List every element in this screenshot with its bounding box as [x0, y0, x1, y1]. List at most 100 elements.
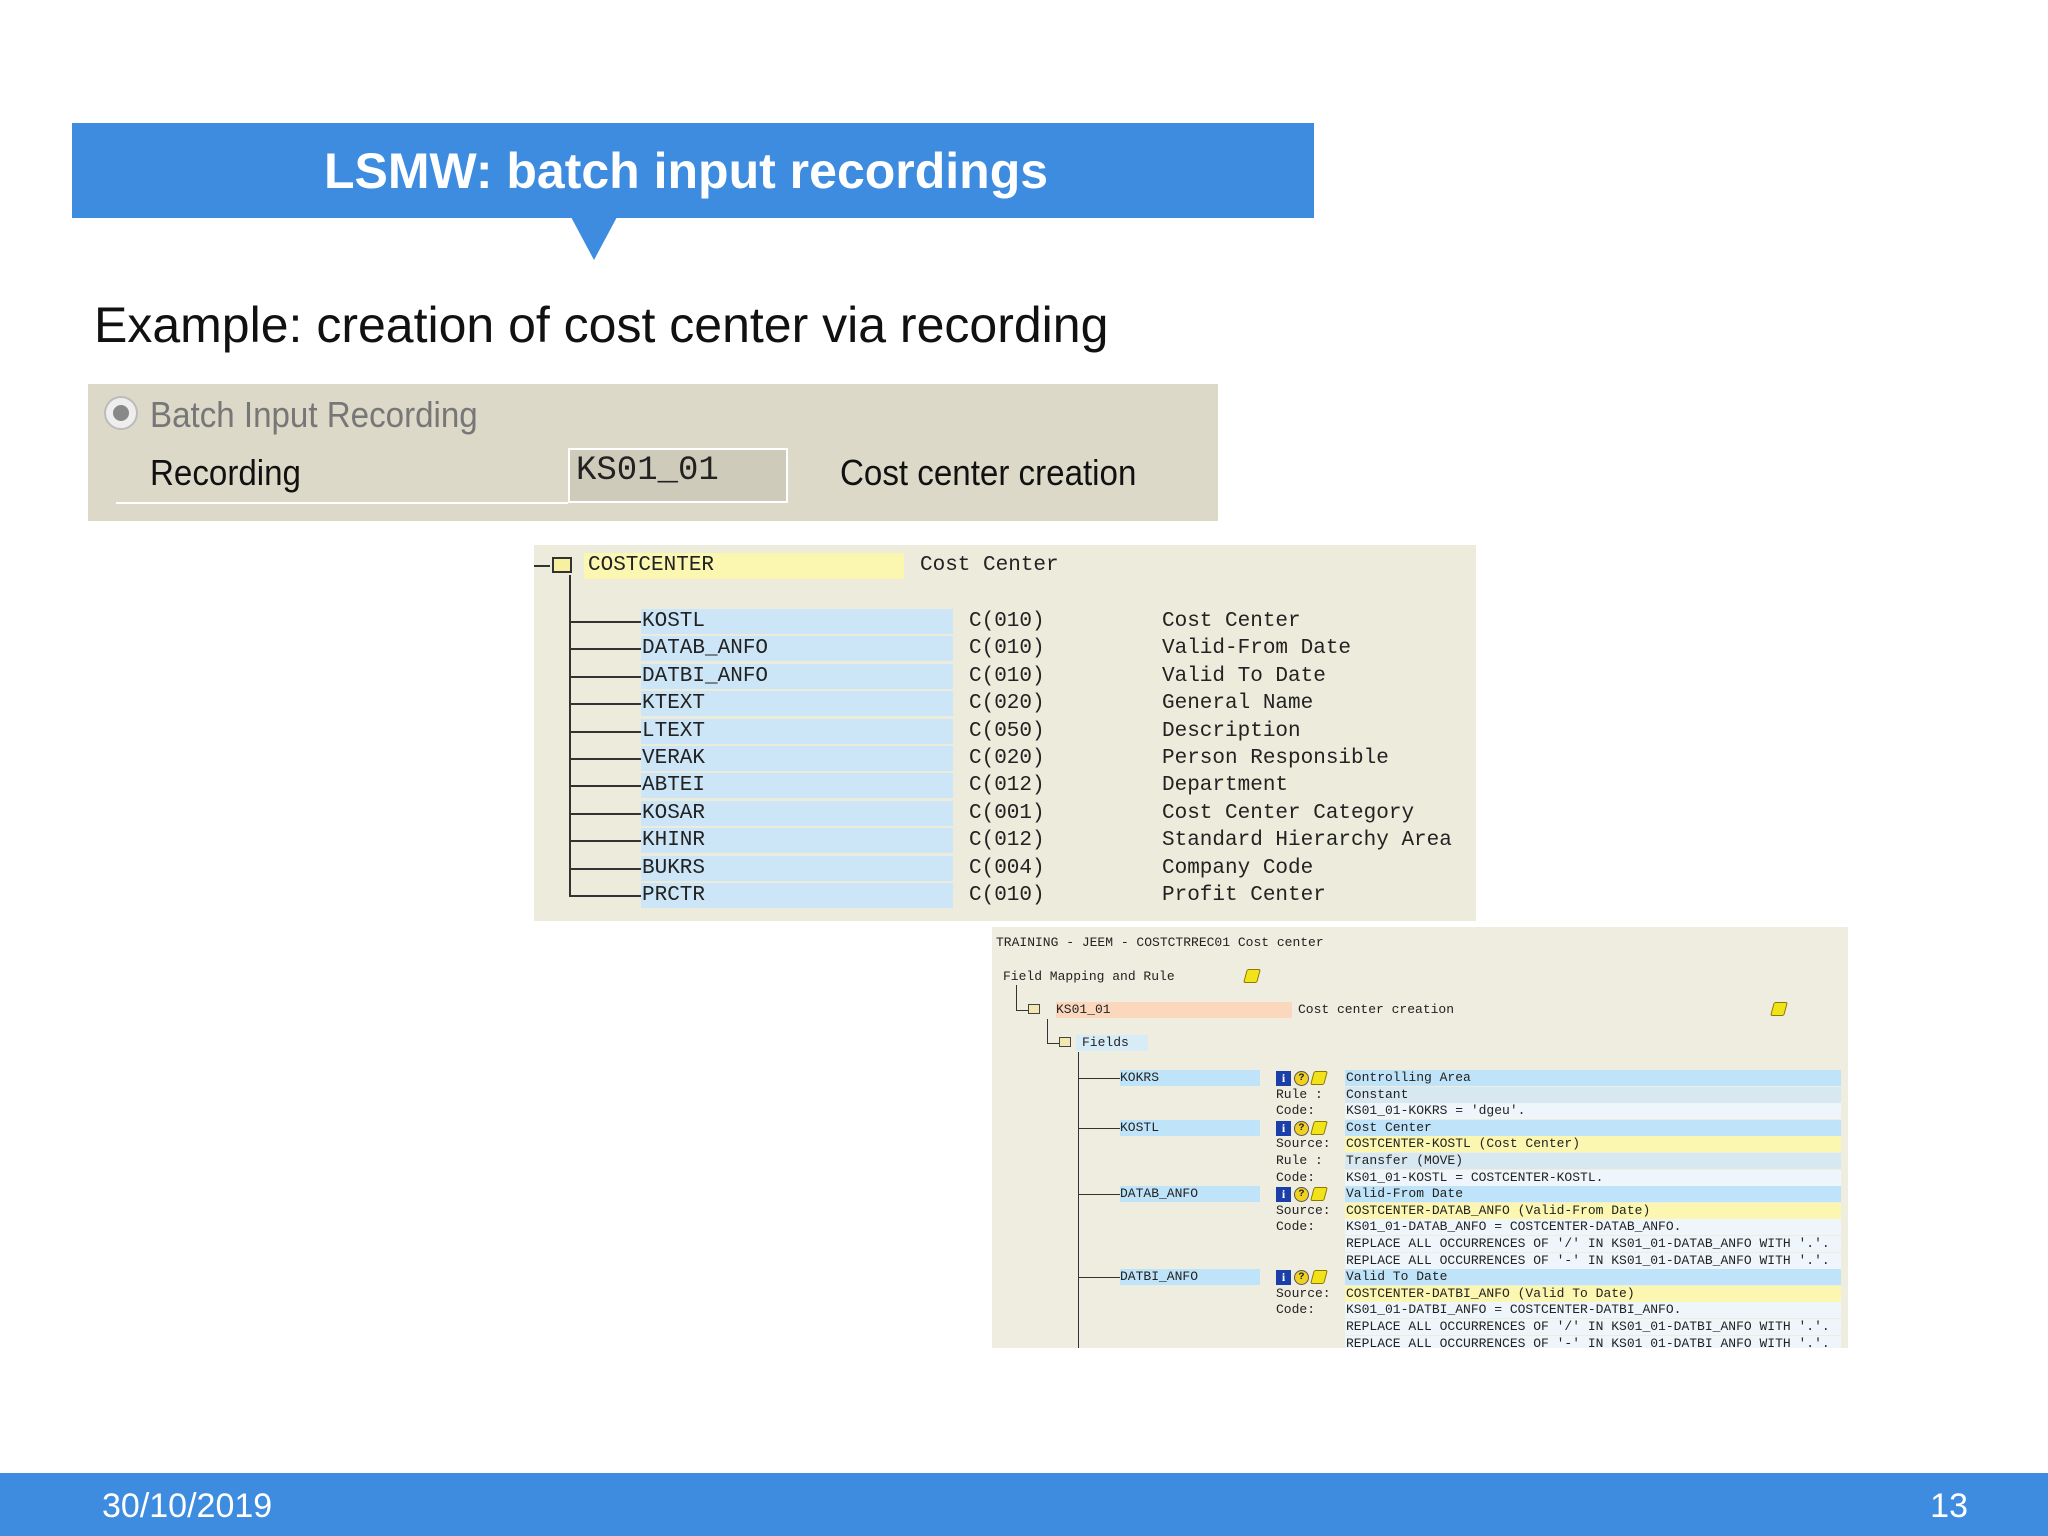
help-icon[interactable]: ?	[1294, 1187, 1309, 1203]
fields-node[interactable]: Fields	[1076, 1035, 1148, 1051]
mapping-line: Source: COSTCENTER-DATAB_ANFO (Valid-From…	[992, 1202, 1848, 1220]
field-desc: Valid To Date	[1345, 1269, 1841, 1286]
line-label: Code:	[1276, 1169, 1316, 1185]
field-type: C(010)	[969, 610, 1045, 633]
table-row[interactable]: PRCTR C(010) Profit Center	[569, 883, 1469, 909]
field-name[interactable]: KOSAR	[641, 800, 953, 826]
line-source: COSTCENTER-KOSTL (Cost Center)	[1345, 1136, 1841, 1153]
edit-icon[interactable]	[1770, 1002, 1788, 1021]
structure-name[interactable]: COSTCENTER	[584, 553, 904, 579]
table-row[interactable]: DATBI_ANFO C(010) Valid To Date	[569, 663, 1469, 690]
tree-line	[569, 621, 641, 623]
field-desc: Cost Center Category	[1162, 801, 1415, 825]
folder-icon[interactable]	[1028, 1003, 1040, 1019]
help-icon[interactable]: ?	[1294, 1120, 1309, 1136]
mapping-line: REPLACE ALL OCCURRENCES OF '/' IN KS01_0…	[992, 1236, 1848, 1253]
edit-icon[interactable]	[1310, 1270, 1328, 1285]
field-name[interactable]: DATAB_ANFO	[1120, 1186, 1260, 1203]
field-type: C(010)	[969, 884, 1045, 907]
field-desc: Valid-From Date	[1345, 1186, 1841, 1203]
field-type: C(050)	[969, 719, 1045, 743]
table-row[interactable]: LTEXT C(050) Description	[569, 718, 1469, 745]
field-type: C(020)	[969, 692, 1045, 716]
field-row[interactable]: DATBI_ANFO i? Valid To Date	[992, 1269, 1848, 1286]
field-icons: i?	[1276, 1120, 1328, 1136]
line-label: Rule :	[1276, 1153, 1323, 1168]
line-label: Source:	[1276, 1202, 1331, 1218]
field-row[interactable]: KOKRS i? Controlling Area	[992, 1070, 1848, 1087]
structure-panel: COSTCENTER Cost Center KOSTL C(010) Cost C…	[534, 545, 1476, 921]
field-name[interactable]: DATBI_ANFO	[641, 663, 953, 689]
table-row[interactable]: BUKRS C(004) Company Code	[569, 855, 1469, 882]
line-label: Source:	[1276, 1285, 1331, 1301]
table-row[interactable]: KOSTL C(010) Cost Center	[569, 609, 1469, 635]
field-desc: Controlling Area	[1345, 1070, 1841, 1086]
field-type: C(010)	[969, 637, 1045, 661]
edit-icon[interactable]	[1310, 1071, 1328, 1085]
line-code: REPLACE ALL OCCURRENCES OF '/' IN KS01_0…	[1345, 1319, 1841, 1335]
recording-label: Recording	[150, 452, 301, 493]
field-row[interactable]: DATAB_ANFO i? Valid-From Date	[992, 1186, 1848, 1203]
field-desc: Profit Center	[1162, 884, 1326, 907]
edit-icon[interactable]	[1243, 969, 1261, 988]
field-name[interactable]: BUKRS	[641, 855, 953, 881]
edit-icon[interactable]	[1310, 1187, 1328, 1202]
table-row[interactable]: DATAB_ANFO C(010) Valid-From Date	[569, 636, 1469, 662]
tree-line	[1078, 1194, 1120, 1196]
table-row[interactable]: KOSAR C(001) Cost Center Category	[569, 800, 1469, 827]
info-icon[interactable]: i	[1276, 1120, 1291, 1136]
field-icons: i?	[1276, 1270, 1328, 1286]
field-desc: Cost Center	[1162, 610, 1301, 633]
field-name[interactable]: KOKRS	[1120, 1070, 1260, 1086]
field-type: C(020)	[969, 747, 1045, 770]
batch-input-radio[interactable]	[104, 396, 138, 430]
tree-line	[569, 895, 641, 897]
mapping-line: REPLACE ALL OCCURRENCES OF '-' IN KS01_0…	[992, 1252, 1848, 1270]
help-icon[interactable]: ?	[1294, 1071, 1309, 1086]
field-type: C(004)	[969, 856, 1045, 880]
field-name[interactable]: KOSTL	[641, 609, 953, 634]
field-name[interactable]: KTEXT	[641, 691, 953, 717]
table-row[interactable]: KTEXT C(020) General Name	[569, 691, 1469, 717]
tree-line	[1078, 1277, 1120, 1279]
line-code: REPLACE ALL OCCURRENCES OF '-' IN KS01 0…	[1345, 1335, 1841, 1348]
field-name[interactable]: KHINR	[641, 828, 953, 854]
field-name[interactable]: LTEXT	[641, 718, 953, 744]
line-rule: Constant	[1345, 1086, 1841, 1103]
field-desc: Cost Center	[1345, 1119, 1841, 1136]
folder-icon[interactable]	[1059, 1036, 1071, 1052]
field-desc: Description	[1162, 719, 1301, 743]
info-icon[interactable]: i	[1276, 1071, 1291, 1086]
field-name[interactable]: PRCTR	[641, 883, 953, 908]
table-row[interactable]: ABTEI C(012) Department	[569, 773, 1469, 799]
recording-input[interactable]: KS01_01	[568, 448, 788, 503]
field-name[interactable]: DATBI_ANFO	[1120, 1269, 1260, 1286]
table-row[interactable]: KHINR C(012) Standard Hierarchy Area	[569, 828, 1469, 854]
slide-title: LSMW: batch input recordings	[72, 123, 1314, 218]
tree-line	[569, 812, 641, 815]
tree-line	[569, 703, 641, 706]
folder-icon[interactable]	[552, 557, 572, 573]
field-name[interactable]: VERAK	[641, 746, 953, 771]
table-row[interactable]: VERAK C(020) Person Responsible	[569, 746, 1469, 772]
edit-icon[interactable]	[1310, 1120, 1328, 1135]
mapping-root[interactable]: Field Mapping and Rule	[1003, 969, 1175, 985]
field-name[interactable]: KOSTL	[1120, 1119, 1260, 1136]
field-row[interactable]: KOSTL i? Cost Center	[992, 1119, 1848, 1137]
recording-node[interactable]: KS01_01	[1056, 1002, 1292, 1018]
help-icon[interactable]: ?	[1294, 1270, 1309, 1286]
tree-line	[569, 730, 641, 733]
mapping-line: Rule : Transfer (MOVE)	[992, 1153, 1848, 1170]
field-name[interactable]: DATAB_ANFO	[641, 636, 953, 662]
field-desc: Valid To Date	[1162, 664, 1326, 688]
field-name[interactable]: ABTEI	[641, 773, 953, 799]
recording-node-desc: Cost center creation	[1298, 1002, 1455, 1017]
field-desc: Company Code	[1162, 856, 1314, 880]
label-underline	[116, 502, 568, 504]
info-icon[interactable]: i	[1276, 1270, 1291, 1286]
tree-line	[569, 648, 641, 651]
mapping-line: REPLACE ALL OCCURRENCES OF '/' IN KS01_0…	[992, 1319, 1848, 1336]
title-pointer	[571, 217, 617, 260]
field-desc: Person Responsible	[1162, 747, 1389, 770]
info-icon[interactable]: i	[1276, 1187, 1291, 1203]
